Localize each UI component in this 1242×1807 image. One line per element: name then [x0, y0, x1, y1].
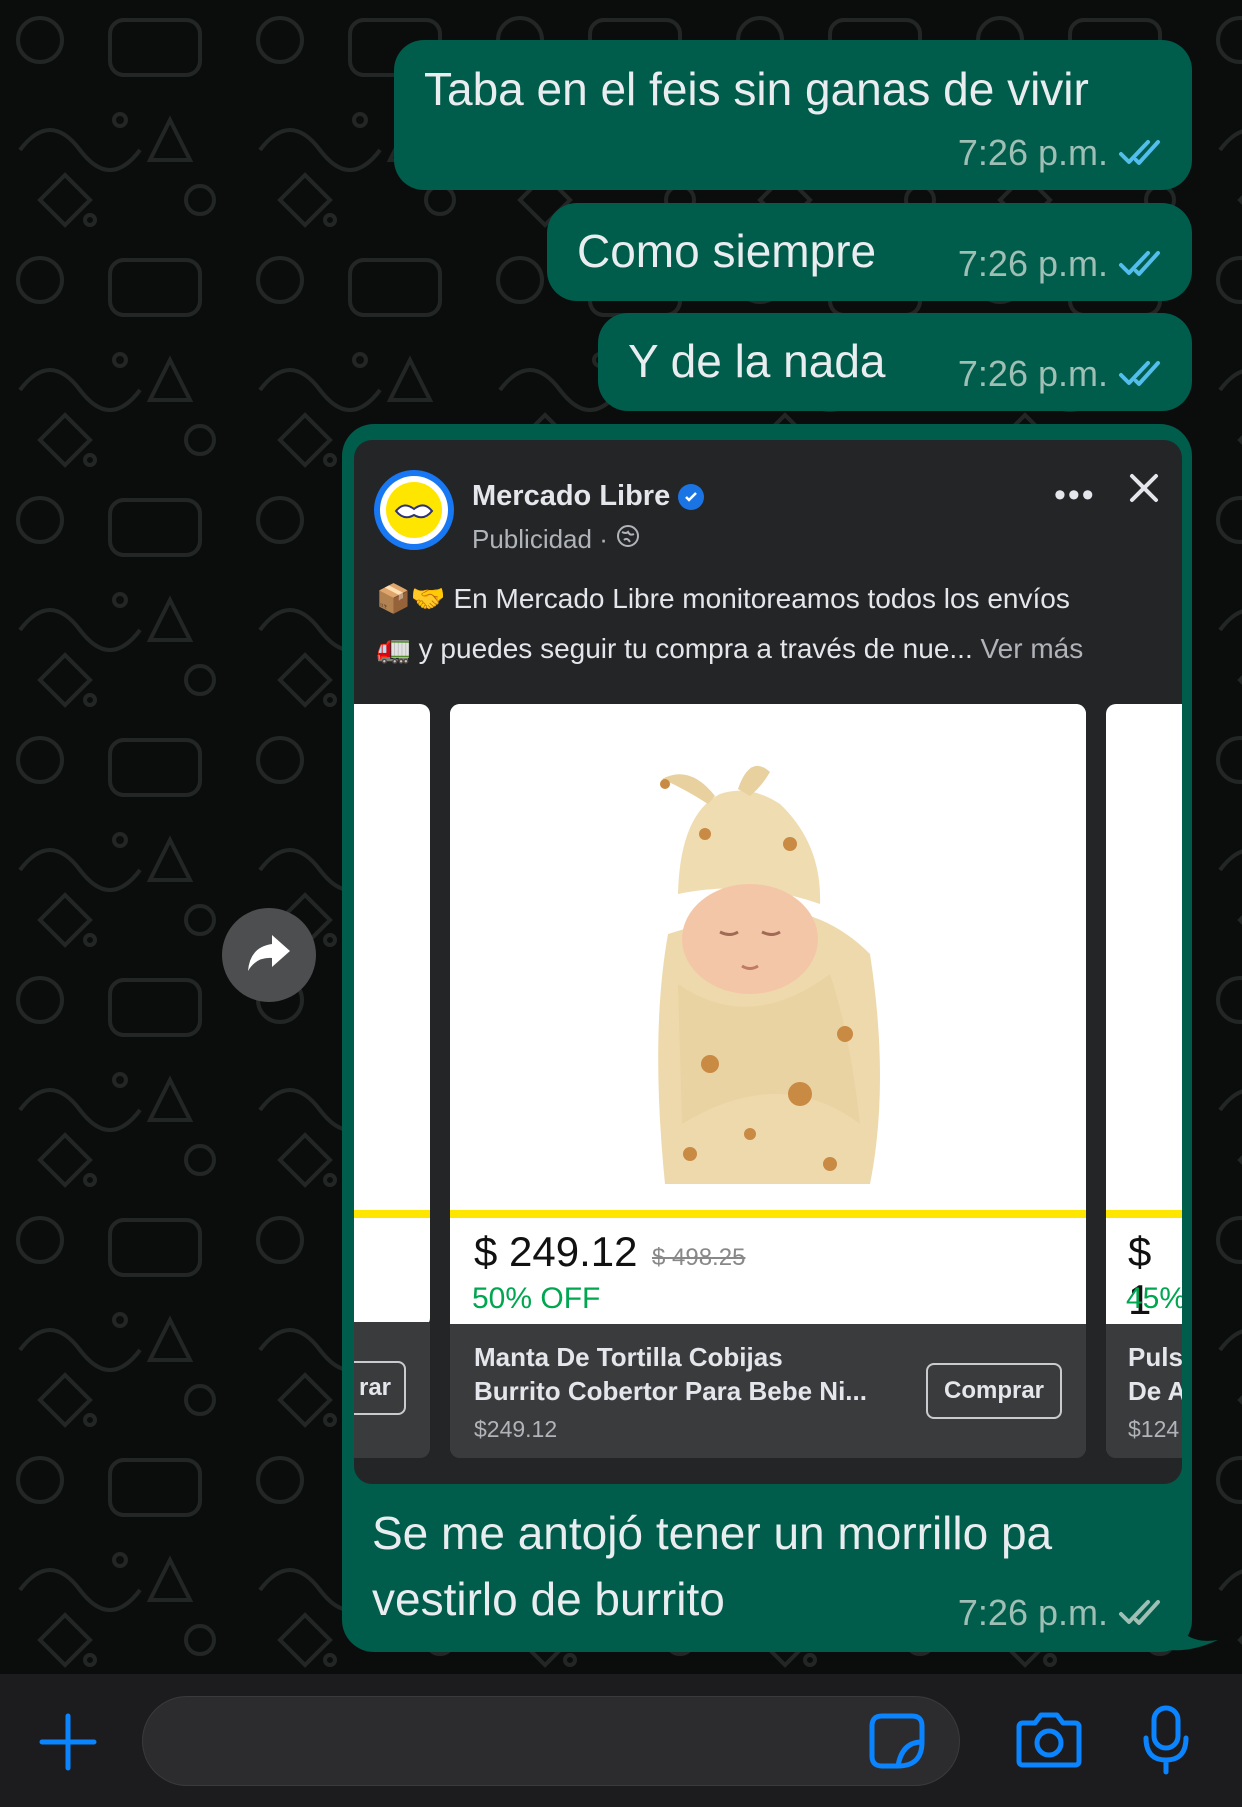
- caption-line-1: Se me antojó tener un morrillo pa: [372, 1507, 1053, 1559]
- ad-screenshot[interactable]: Mercado Libre Publicidad · ••• 📦🤝 En Mer…: [354, 440, 1182, 1484]
- message-bubble[interactable]: Taba en el feis sin ganas de vivir 7:26 …: [394, 40, 1192, 190]
- partial-footer-price: $124: [1128, 1416, 1180, 1442]
- ad-sponsored-label: Publicidad ·: [472, 524, 640, 555]
- message-meta: 7:26 p.m.: [958, 353, 1166, 395]
- product-card-footer: Manta De Tortilla Cobijas Burrito Cobert…: [450, 1324, 1086, 1458]
- product-image: [450, 704, 1086, 1214]
- verified-badge-icon: [678, 483, 705, 510]
- close-icon[interactable]: [1124, 468, 1164, 513]
- message-text: Taba en el feis sin ganas de vivir: [424, 63, 1089, 115]
- partial-discount-label: 45%: [1126, 1282, 1182, 1315]
- ad-page-name: Mercado Libre: [472, 480, 705, 513]
- product-price: $ 249.12: [474, 1228, 638, 1275]
- price-section: $ 249.12 $ 498.25 50% OFF: [450, 1218, 1086, 1324]
- plus-icon[interactable]: [36, 1710, 100, 1779]
- buy-button-partial[interactable]: rar: [354, 1361, 406, 1415]
- message-meta: 7:26 p.m.: [958, 132, 1166, 174]
- more-options-button[interactable]: •••: [1054, 476, 1096, 515]
- mercado-libre-logo: [374, 470, 454, 550]
- partial-title-line-1: Puls: [1128, 1342, 1182, 1372]
- message-meta: 7:26 p.m.: [958, 1592, 1166, 1634]
- message-bubble[interactable]: Como siempre 7:26 p.m.: [547, 203, 1192, 301]
- forward-arrow-icon: [244, 931, 294, 980]
- partial-title-line-2: De A: [1128, 1376, 1182, 1406]
- message-text: Como siempre: [577, 225, 877, 277]
- message-time: 7:26 p.m.: [957, 1592, 1108, 1633]
- camera-icon[interactable]: [1015, 1709, 1083, 1774]
- double-check-icon: [1118, 359, 1166, 389]
- globe-icon: [616, 524, 640, 555]
- product-footer-price: $249.12: [474, 1416, 558, 1442]
- discount-label: 50% OFF: [472, 1282, 601, 1315]
- buy-button[interactable]: Comprar: [926, 1363, 1062, 1419]
- product-title-line-1: Manta De Tortilla Cobijas: [474, 1342, 783, 1372]
- microphone-icon[interactable]: [1140, 1704, 1192, 1781]
- carousel-card-partial-left[interactable]: [354, 704, 430, 1328]
- message-time: 7:26 p.m.: [957, 243, 1108, 284]
- message-bubble[interactable]: Y de la nada 7:26 p.m.: [598, 313, 1192, 411]
- message-text: Y de la nada: [628, 335, 886, 387]
- ad-body-line-2: 🚛 y puedes seguir tu compra a través de …: [376, 633, 1084, 664]
- message-meta: 7:26 p.m.: [958, 243, 1166, 285]
- message-input[interactable]: [142, 1696, 960, 1786]
- product-title-line-2: Burrito Cobertor Para Bebe Ni...: [474, 1376, 867, 1406]
- double-check-icon: [1118, 1598, 1166, 1628]
- bubble-tail: [1170, 1612, 1218, 1651]
- message-time: 7:26 p.m.: [957, 132, 1108, 173]
- original-price: $ 498.25: [652, 1244, 746, 1271]
- sticker-icon[interactable]: [868, 1712, 926, 1775]
- carousel-card-partial-left-footer: rar: [354, 1323, 430, 1458]
- carousel-card-partial-right[interactable]: $ 1 45% Puls De A $124: [1106, 704, 1182, 1458]
- forward-button[interactable]: [222, 908, 316, 1002]
- product-card[interactable]: $ 249.12 $ 498.25 50% OFF Manta De Torti…: [450, 704, 1086, 1458]
- message-time: 7:26 p.m.: [957, 353, 1108, 394]
- caption-line-2: vestirlo de burrito: [372, 1573, 725, 1625]
- double-check-icon: [1118, 249, 1166, 279]
- double-check-icon: [1118, 138, 1166, 168]
- compose-bar: [0, 1674, 1242, 1807]
- see-more-link[interactable]: Ver más: [981, 633, 1084, 664]
- ad-body-line-1: 📦🤝 En Mercado Libre monitoreamos todos l…: [376, 583, 1070, 614]
- product-image-area: [450, 704, 1086, 1214]
